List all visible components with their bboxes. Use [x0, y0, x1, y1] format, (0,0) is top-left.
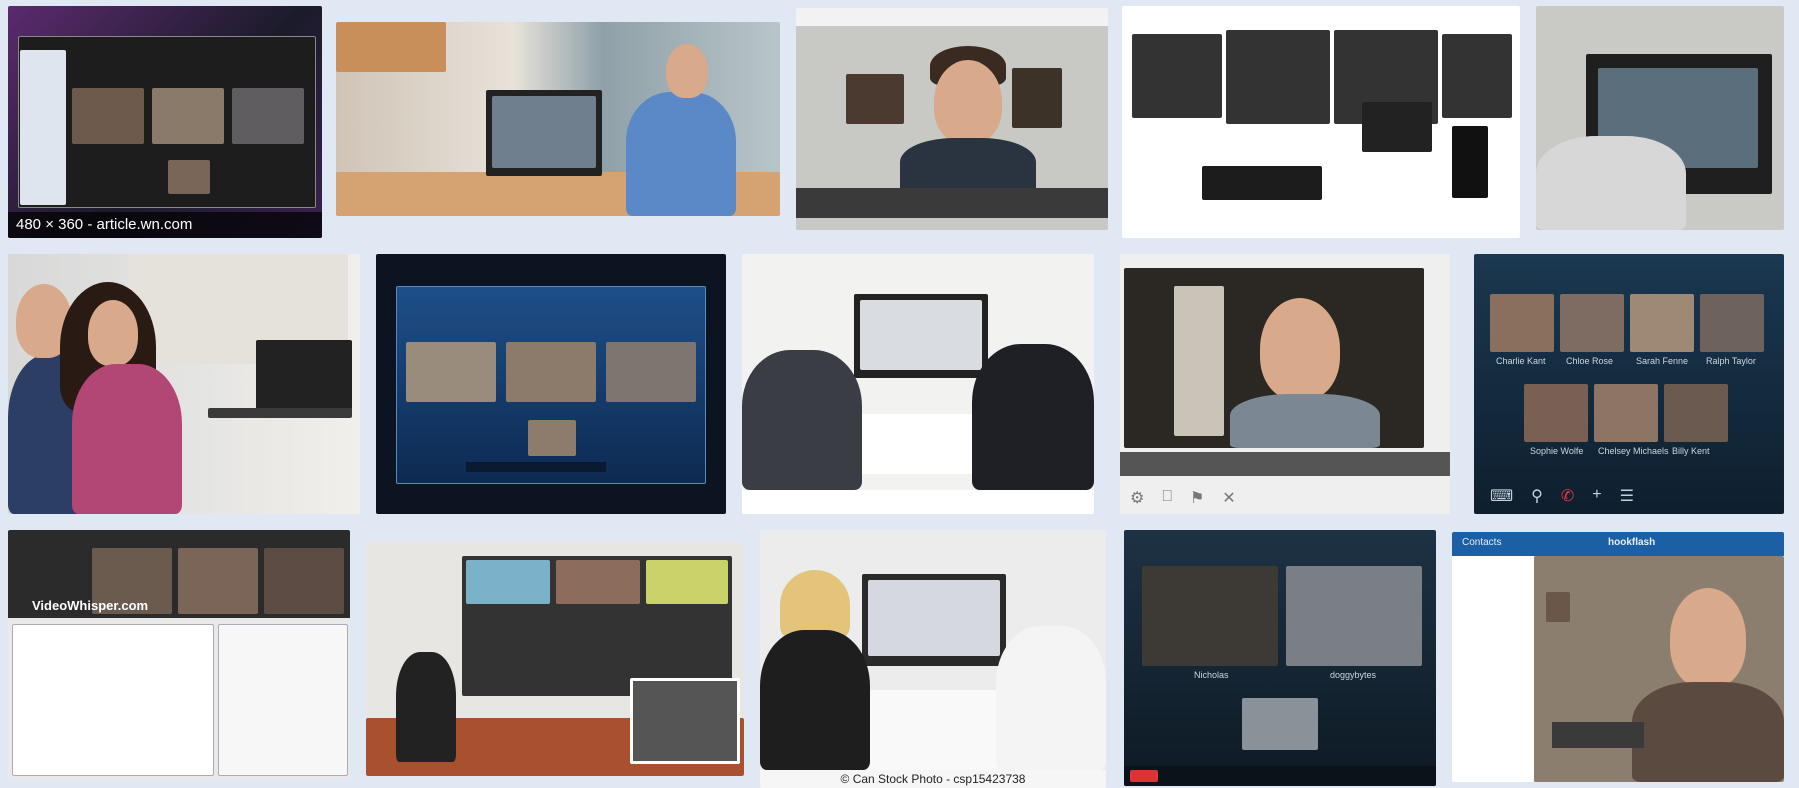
image-result-7[interactable] [376, 254, 726, 514]
wall-screen [556, 560, 640, 604]
image-result-15[interactable]: Contacts hookflash [1452, 532, 1784, 782]
chat-panel [12, 624, 214, 776]
contact-sidebar [20, 50, 66, 205]
person-right [972, 344, 1094, 490]
download-footer [742, 490, 1094, 514]
video-tile [152, 88, 224, 144]
tablet [1362, 102, 1432, 152]
monitor [1442, 34, 1512, 118]
image-result-2[interactable] [336, 22, 780, 216]
cabinet [336, 22, 446, 72]
person [1536, 136, 1686, 230]
person [396, 652, 456, 762]
thumbnail-strip [796, 188, 1108, 218]
participant-name: Billy Kent [1672, 446, 1710, 456]
person-head [666, 44, 708, 98]
participant-name: Chelsey Michaels [1598, 446, 1669, 456]
contact-sidebar [1452, 556, 1535, 782]
video-tile [232, 88, 304, 144]
participant-name: doggybytes [1330, 670, 1377, 680]
user-list [218, 624, 348, 776]
video-tile [1490, 294, 1554, 352]
person-face [1260, 298, 1340, 400]
watermark: VideoWhisper.com [32, 598, 149, 613]
call-toolbar [466, 462, 606, 472]
image-result-11[interactable]: VideoWhisper.com [8, 530, 350, 780]
video-tile [1700, 294, 1764, 352]
end-call-button[interactable] [1130, 770, 1158, 782]
person-left [760, 630, 870, 770]
monitor-screen [860, 300, 982, 370]
person-right [996, 626, 1106, 770]
call-toolbar [1124, 766, 1436, 786]
video-tile [1560, 294, 1624, 352]
laptop [256, 340, 352, 410]
image-result-12[interactable] [366, 542, 744, 776]
participant-name: Nicholas [1194, 670, 1229, 680]
monitor-screen [492, 96, 596, 168]
image-caption: 480 × 360 - article.wn.com [8, 212, 322, 238]
person-face [934, 60, 1002, 144]
wall-picture [1012, 68, 1062, 128]
image-result-3[interactable] [796, 8, 1108, 230]
video-tile [1664, 384, 1728, 442]
participant-name: Chloe Rose [1566, 356, 1614, 366]
video-tile [506, 342, 596, 402]
video-tile [168, 160, 210, 194]
person-left [742, 350, 862, 490]
monitor [1226, 30, 1330, 124]
image-result-8[interactable] [742, 254, 1094, 514]
cam-tile [178, 548, 258, 614]
image-result-6[interactable] [8, 254, 360, 514]
person-face [1670, 588, 1746, 688]
browser-bar [796, 8, 1108, 26]
video-tile [1286, 566, 1422, 666]
codec-box [1202, 166, 1322, 200]
video-tile [1524, 384, 1588, 442]
tab-contacts[interactable]: Contacts [1462, 537, 1501, 548]
phone [1452, 126, 1488, 198]
door [1174, 286, 1224, 436]
wall-picture [846, 74, 904, 124]
app-name: hookflash [1608, 537, 1656, 548]
wall-screen [466, 560, 550, 604]
participant-name: Charlie Kant [1496, 356, 1546, 366]
image-result-13[interactable]: © Can Stock Photo - csp15423738 [760, 530, 1106, 788]
person-woman-face [88, 300, 138, 366]
participant-name: Sophie Wolfe [1530, 446, 1584, 456]
image-result-1[interactable]: 480 × 360 - article.wn.com [8, 6, 322, 238]
wall-screen [646, 560, 728, 604]
video-tile [72, 88, 144, 144]
thumbnail-strip [1120, 452, 1450, 476]
person-woman [72, 364, 182, 514]
image-credit: © Can Stock Photo - csp15423738 [760, 770, 1106, 788]
person [626, 92, 736, 216]
self-view [1242, 698, 1318, 750]
video-tile [406, 342, 496, 402]
video-tile [1142, 566, 1278, 666]
video-tile [1630, 294, 1694, 352]
image-result-5[interactable] [1536, 6, 1784, 230]
person-body [1632, 682, 1784, 782]
cam-tile [264, 548, 344, 614]
participant-name: Sarah Fenne [1636, 356, 1689, 366]
video-tile [606, 342, 696, 402]
monitor [1132, 34, 1222, 118]
tablet-inset [630, 678, 740, 764]
image-result-9[interactable]: ⚙ ⎕ ⚑ ✕ [1120, 254, 1450, 514]
thumbnail-strip [1552, 722, 1644, 748]
participant-name: Ralph Taylor [1706, 356, 1756, 366]
self-view [1546, 592, 1570, 622]
image-result-14[interactable]: Nicholas doggybytes [1124, 530, 1436, 786]
call-controls: ⌨ ⚲ ✆ + ☰ [1490, 486, 1634, 505]
image-result-10[interactable]: Charlie Kant Chloe Rose Sarah Fenne Ralp… [1474, 254, 1784, 514]
call-controls: ⚙ ⎕ ⚑ ✕ [1130, 488, 1236, 507]
video-tile [528, 420, 576, 456]
person-body [1230, 394, 1380, 448]
video-tile [1594, 384, 1658, 442]
monitor-screen [868, 580, 1000, 656]
laptop-base [208, 408, 352, 418]
image-result-4[interactable] [1122, 6, 1520, 238]
